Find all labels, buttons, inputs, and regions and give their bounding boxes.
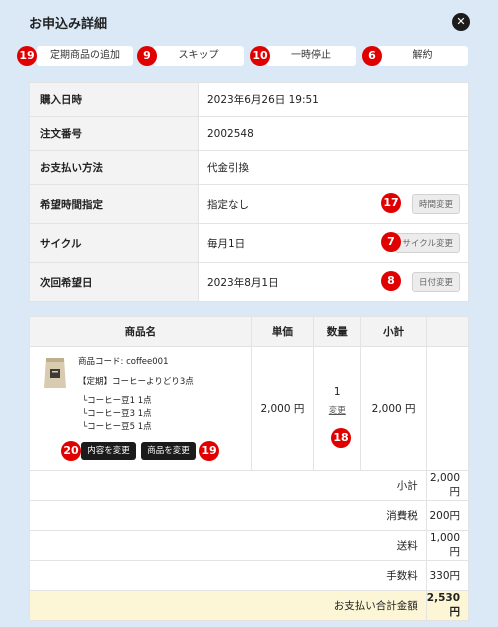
summary-tax-value: 200円 [425,500,470,531]
next-date-label: 次回希望日 [29,262,199,302]
summary-subtotal-label: 小計 [29,470,427,501]
add-subscription-product-button[interactable]: 定期商品の追加 [37,46,133,66]
total-value: 2,530 円 [425,590,470,621]
order-number-label: 注文番号 [29,116,199,151]
change-date-button[interactable]: 日付変更 [411,272,460,292]
badge-pause: 10 [250,46,270,66]
badge-cancel: 6 [362,46,382,66]
page-title: お申込み詳細 [29,17,108,32]
next-date-cell: 2023年8月1日 日付変更 [198,262,469,302]
badge-cycle-change: 7 [381,232,401,252]
col-unit-price: 単価 [250,316,315,347]
order-info-table: 購入日時 2023年6月26日 19:51 注文番号 2002548 お支払い方… [29,82,469,302]
product-title: 【定期】コーヒーよりどり3点 [78,377,194,387]
summary-shipping-label: 送料 [29,530,427,561]
product-table: 商品名 単価 数量 小計 商品コード: coffee001 【定期】コーヒーより… [29,316,470,621]
next-date-value: 2023年8月1日 [207,276,279,289]
empty-cell [425,346,470,471]
order-number-value: 2002548 [198,116,469,151]
change-time-button[interactable]: 時間変更 [411,194,460,214]
badge-change-product: 19 [199,441,219,461]
summary-fee-label: 手数料 [29,560,427,591]
change-product-button[interactable]: 商品を変更 [141,442,196,460]
summary-subtotal-value: 2,000 円 [425,470,470,501]
close-icon[interactable]: ✕ [452,13,470,31]
summary-tax-label: 消費税 [29,500,427,531]
cancel-subscription-button[interactable]: 解約 [377,46,468,66]
payment-method-value: 代金引換 [198,150,469,185]
purchase-date-label: 購入日時 [29,82,199,117]
cycle-cell: 毎月1日 サイクル変更 [198,223,469,263]
cycle-label: サイクル [29,223,199,263]
quantity-cell: 1 変更 [313,346,362,471]
payment-method-label: お支払い方法 [29,150,199,185]
delivery-time-cell: 指定なし 時間変更 [198,184,469,224]
badge-add-product: 19 [17,46,37,66]
change-quantity-link[interactable]: 変更 [314,404,360,416]
coffee-bag-icon [42,355,68,389]
total-label: お支払い合計金額 [29,590,427,621]
summary-shipping-value: 1,000円 [425,530,470,561]
pause-button[interactable]: 一時停止 [266,46,356,66]
purchase-date-value: 2023年6月26日 19:51 [198,82,469,117]
unit-price-value: 2,000 円 [250,346,315,471]
col-subtotal: 小計 [360,316,427,347]
badge-skip: 9 [137,46,157,66]
subtotal-value: 2,000 円 [360,346,427,471]
badge-change-content: 20 [61,441,81,461]
change-cycle-button[interactable]: サイクル変更 [395,233,460,253]
skip-button[interactable]: スキップ [153,46,244,66]
col-empty [425,316,470,347]
badge-time-change: 17 [381,193,401,213]
col-quantity: 数量 [313,316,362,347]
option-item: └コーヒー豆3 1点 [82,409,152,419]
delivery-time-label: 希望時間指定 [29,184,199,224]
badge-date-change: 8 [381,271,401,291]
summary-fee-value: 330円 [425,560,470,591]
cycle-value: 毎月1日 [207,237,246,250]
product-code: 商品コード: coffee001 [78,357,169,367]
change-content-button[interactable]: 内容を変更 [81,442,136,460]
delivery-time-value: 指定なし [207,198,249,211]
col-product-name: 商品名 [29,316,252,347]
option-item: └コーヒー豆5 1点 [82,422,152,432]
quantity-value: 1 [333,385,341,398]
option-item: └コーヒー豆1 1点 [82,396,152,406]
badge-change-quantity: 18 [331,428,351,448]
